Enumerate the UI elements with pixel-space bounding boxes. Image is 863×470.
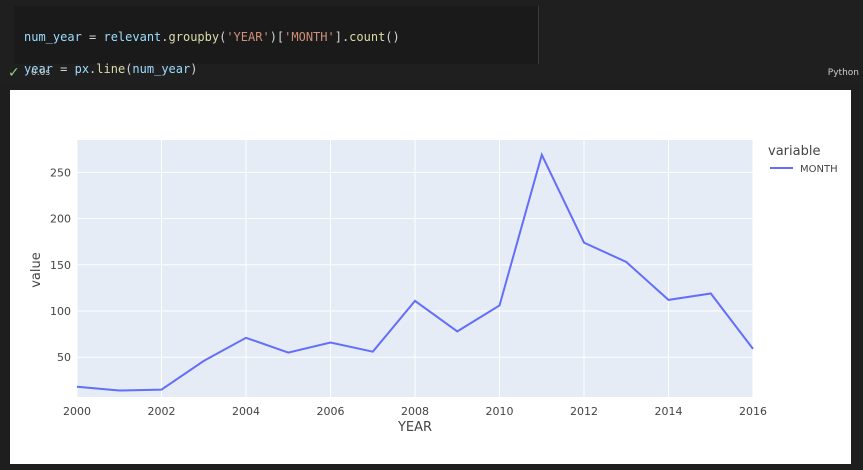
language-label[interactable]: Python — [828, 68, 859, 78]
x-tick-label: 2014 — [655, 405, 683, 418]
y-axis-label: value — [29, 252, 44, 288]
y-tick-label: 200 — [50, 213, 71, 226]
plot-output[interactable]: 2000 2002 2004 2006 2008 2010 2012 2014 2016 50 1… — [10, 90, 851, 464]
execution-time: 0.0s — [31, 68, 51, 78]
x-tick-label: 2010 — [486, 405, 514, 418]
legend-title: variable — [768, 144, 820, 159]
x-tick-label: 2006 — [317, 405, 345, 418]
check-icon: ✓ — [8, 65, 20, 81]
cell-status-bar: ✓ 0.0s Python — [0, 65, 863, 82]
x-tick-label: 2002 — [148, 405, 176, 418]
legend-item-month[interactable]: MONTH — [800, 164, 838, 175]
y-tick-label: 150 — [50, 259, 71, 272]
x-axis-label: YEAR — [397, 420, 432, 435]
code-line-1: num_year = relevant.groupby('YEAR')['MON… — [24, 30, 400, 44]
cell-divider — [538, 6, 539, 64]
x-tick-label: 2000 — [63, 405, 91, 418]
y-tick-label: 250 — [50, 166, 71, 179]
x-tick-label: 2012 — [570, 405, 598, 418]
y-tick-label: 50 — [57, 351, 71, 364]
x-tick-label: 2004 — [232, 405, 260, 418]
x-tick-label: 2016 — [739, 405, 767, 418]
code-cell[interactable]: num_year = relevant.groupby('YEAR')['MON… — [0, 0, 863, 108]
line-chart[interactable]: 2000 2002 2004 2006 2008 2010 2012 2014 2016 50 1… — [10, 90, 851, 464]
x-tick-label: 2008 — [401, 405, 429, 418]
y-tick-label: 100 — [50, 305, 71, 318]
